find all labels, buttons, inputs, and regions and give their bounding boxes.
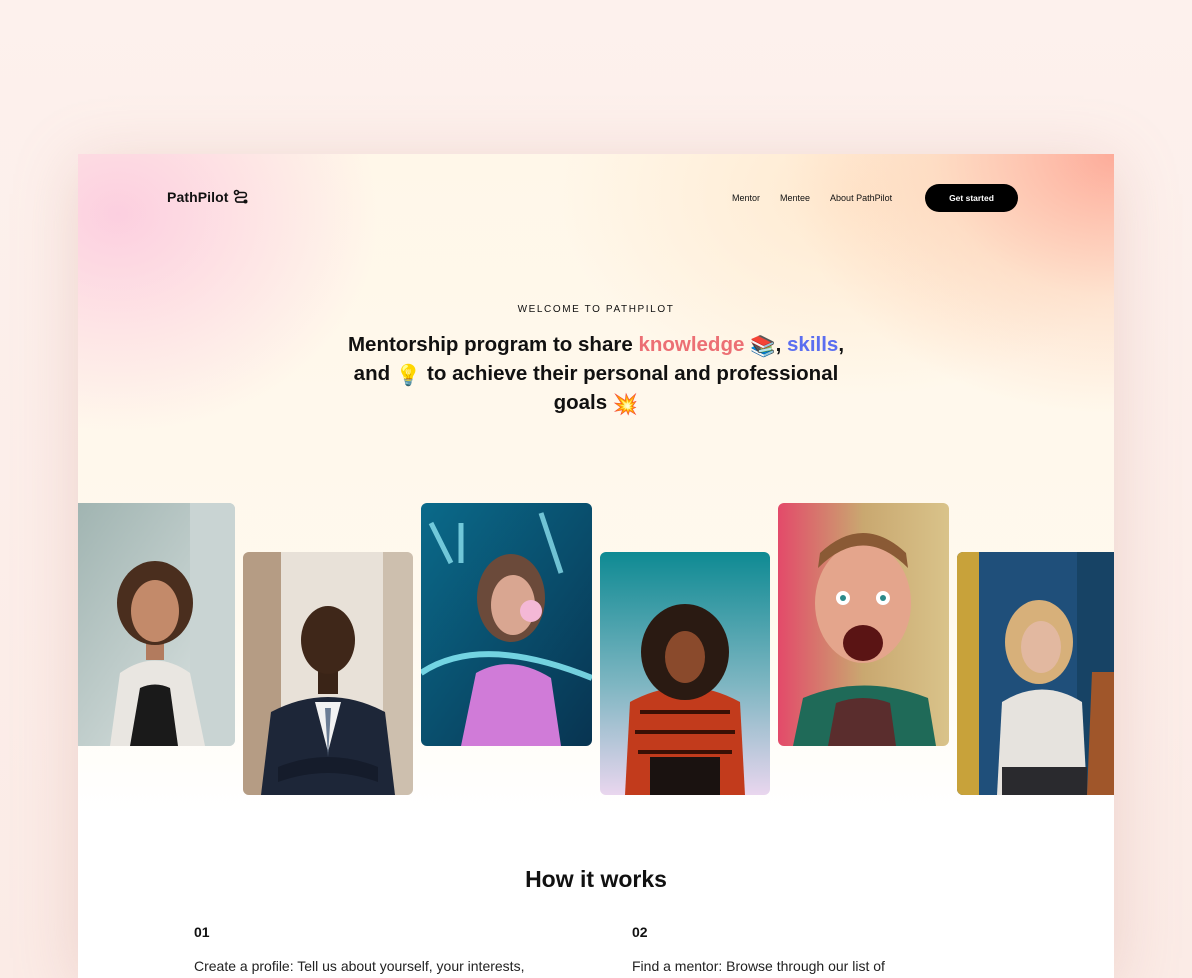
books-emoji-icon: 📚 xyxy=(750,335,776,358)
lightbulb-emoji-icon: 💡 xyxy=(395,364,422,387)
nav-link-about[interactable]: About PathPilot xyxy=(830,193,892,203)
how-it-works-title: How it works xyxy=(525,866,667,892)
mentor-photo-woman-curly-hair xyxy=(78,503,235,746)
brand-name: PathPilot xyxy=(167,189,229,205)
step-number: 02 xyxy=(632,924,648,940)
nav-link-mentor[interactable]: Mentor xyxy=(732,193,760,203)
main-nav: Mentor Mentee About PathPilot xyxy=(732,193,892,203)
step-description: Create a profile: Tell us about yourself… xyxy=(194,958,525,974)
mentee-photo-surprised-man xyxy=(778,503,949,746)
headline-comma: , xyxy=(775,333,782,356)
mentee-photo-red-sweater xyxy=(600,552,770,795)
mentor-photo-man-suit xyxy=(243,552,413,795)
landing-page-frame: PathPilot Mentor Mentee About PathPilot … xyxy=(78,154,1114,978)
route-icon xyxy=(233,189,248,204)
get-started-button[interactable]: Get started xyxy=(925,184,1018,212)
mentee-photo-blonde-woman xyxy=(957,552,1114,795)
headline-text-part1: Mentorship program to share xyxy=(347,333,639,356)
brand-logo[interactable]: PathPilot xyxy=(167,189,249,205)
hero-headline: Mentorship program to share knowledge 📚,… xyxy=(346,331,846,418)
headline-skills: skills xyxy=(787,333,839,356)
nav-link-mentee[interactable]: Mentee xyxy=(780,193,810,203)
collision-emoji-icon: 💥 xyxy=(612,393,639,416)
step-number: 01 xyxy=(194,924,210,940)
hero-eyebrow: WELCOME TO PATHPILOT xyxy=(517,304,675,315)
step-description: Find a mentor: Browse through our list o… xyxy=(632,958,885,974)
mentee-photo-neon-bubblegum xyxy=(421,503,592,746)
headline-knowledge: knowledge xyxy=(638,333,745,356)
